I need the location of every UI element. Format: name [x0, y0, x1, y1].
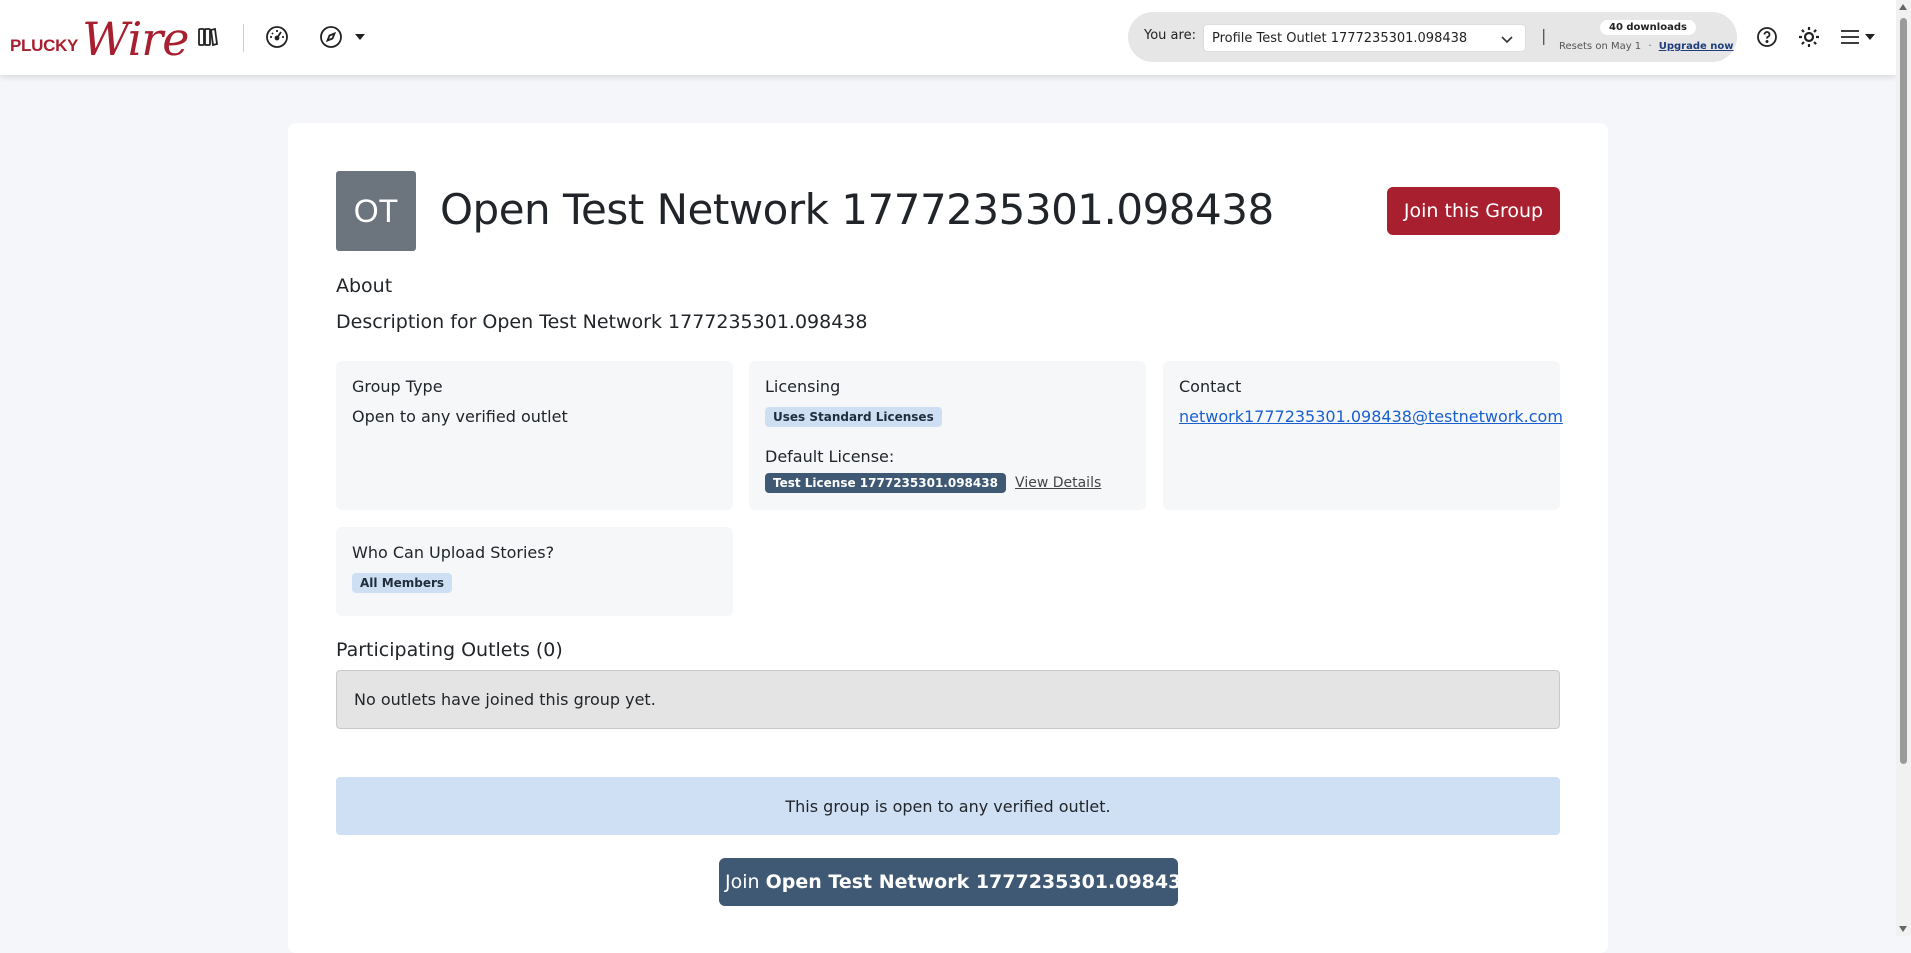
group-type-value: Open to any verified outlet: [352, 407, 568, 426]
group-type-box: Group Type Open to any verified outlet: [336, 361, 733, 510]
upgrade-now-link[interactable]: Upgrade now: [1659, 41, 1734, 52]
default-license-label: Default License:: [765, 447, 895, 466]
contact-label: Contact: [1179, 377, 1242, 396]
brand-wire-text: Wire: [82, 12, 189, 66]
open-group-notice: This group is open to any verified outle…: [336, 777, 1560, 835]
scroll-down-arrow-icon[interactable]: [1899, 926, 1907, 932]
contact-box: Contact network1777235301.098438@testnet…: [1163, 361, 1563, 510]
scroll-thumb[interactable]: [1900, 18, 1907, 764]
outlets-empty-state: No outlets have joined this group yet.: [336, 670, 1560, 729]
licensing-badge: Uses Standard Licenses: [765, 407, 942, 427]
upload-permission-box: Who Can Upload Stories? All Members: [336, 527, 733, 616]
licensing-box: Licensing Uses Standard Licenses Default…: [749, 361, 1146, 510]
chevron-down-icon: [1501, 33, 1513, 48]
group-card: OT Open Test Network 1777235301.098438 J…: [288, 123, 1608, 953]
upload-label: Who Can Upload Stories?: [352, 543, 555, 562]
gear-icon[interactable]: [1796, 24, 1822, 50]
page-scrollbar[interactable]: [1896, 0, 1911, 936]
nav-divider: [243, 24, 244, 52]
default-license-badge: Test License 1777235301.098438: [765, 473, 1006, 493]
group-description: Description for Open Test Network 177723…: [336, 311, 868, 333]
page-title: Open Test Network 1777235301.098438: [440, 185, 1274, 234]
join-group-bottom-button[interactable]: Join Open Test Network 1777235301.098438: [719, 858, 1195, 906]
scroll-up-arrow-icon[interactable]: [1899, 4, 1907, 10]
join-group-name: Open Test Network 1777235301.098438: [765, 871, 1195, 893]
resets-text: Resets on May 1 · Upgrade now: [1559, 41, 1734, 52]
group-avatar: OT: [336, 171, 416, 251]
compass-icon[interactable]: [318, 24, 344, 50]
about-heading: About: [336, 275, 393, 297]
outlet-select[interactable]: Profile Test Outlet 1777235301.098438: [1203, 24, 1526, 52]
default-license-row: Test License 1777235301.098438 View Deta…: [765, 472, 1101, 493]
licensing-label: Licensing: [765, 377, 841, 396]
dashboard-gauge-icon[interactable]: [264, 24, 290, 50]
upload-badge: All Members: [352, 573, 453, 593]
library-icon[interactable]: [194, 24, 220, 50]
profile-switcher: You are: Profile Test Outlet 1777235301.…: [1128, 12, 1737, 62]
participating-outlets-heading: Participating Outlets (0): [336, 639, 563, 661]
pipe-separator: |: [1541, 26, 1547, 45]
open-group-notice-text: This group is open to any verified outle…: [785, 796, 1111, 816]
menu-icon[interactable]: [1837, 24, 1877, 50]
chevron-down-icon[interactable]: [347, 24, 373, 50]
brand-plucky-text: PLUCKY: [10, 36, 79, 55]
group-type-label: Group Type: [352, 377, 443, 396]
brand-logo[interactable]: PLUCKY Wire: [10, 12, 190, 66]
contact-email-link[interactable]: network1777235301.098438@testnetwork.com: [1179, 407, 1563, 426]
outlet-select-value: Profile Test Outlet 1777235301.098438: [1212, 31, 1468, 46]
help-icon[interactable]: [1754, 24, 1780, 50]
downloads-badge: 40 downloads: [1600, 20, 1696, 35]
top-navbar: PLUCKY Wire You are: Profile Test Outlet…: [0, 0, 1896, 75]
you-are-label: You are:: [1144, 28, 1196, 43]
join-group-button[interactable]: Join this Group: [1387, 187, 1560, 235]
view-details-link[interactable]: View Details: [1015, 475, 1101, 491]
join-prefix: Join: [725, 871, 760, 893]
